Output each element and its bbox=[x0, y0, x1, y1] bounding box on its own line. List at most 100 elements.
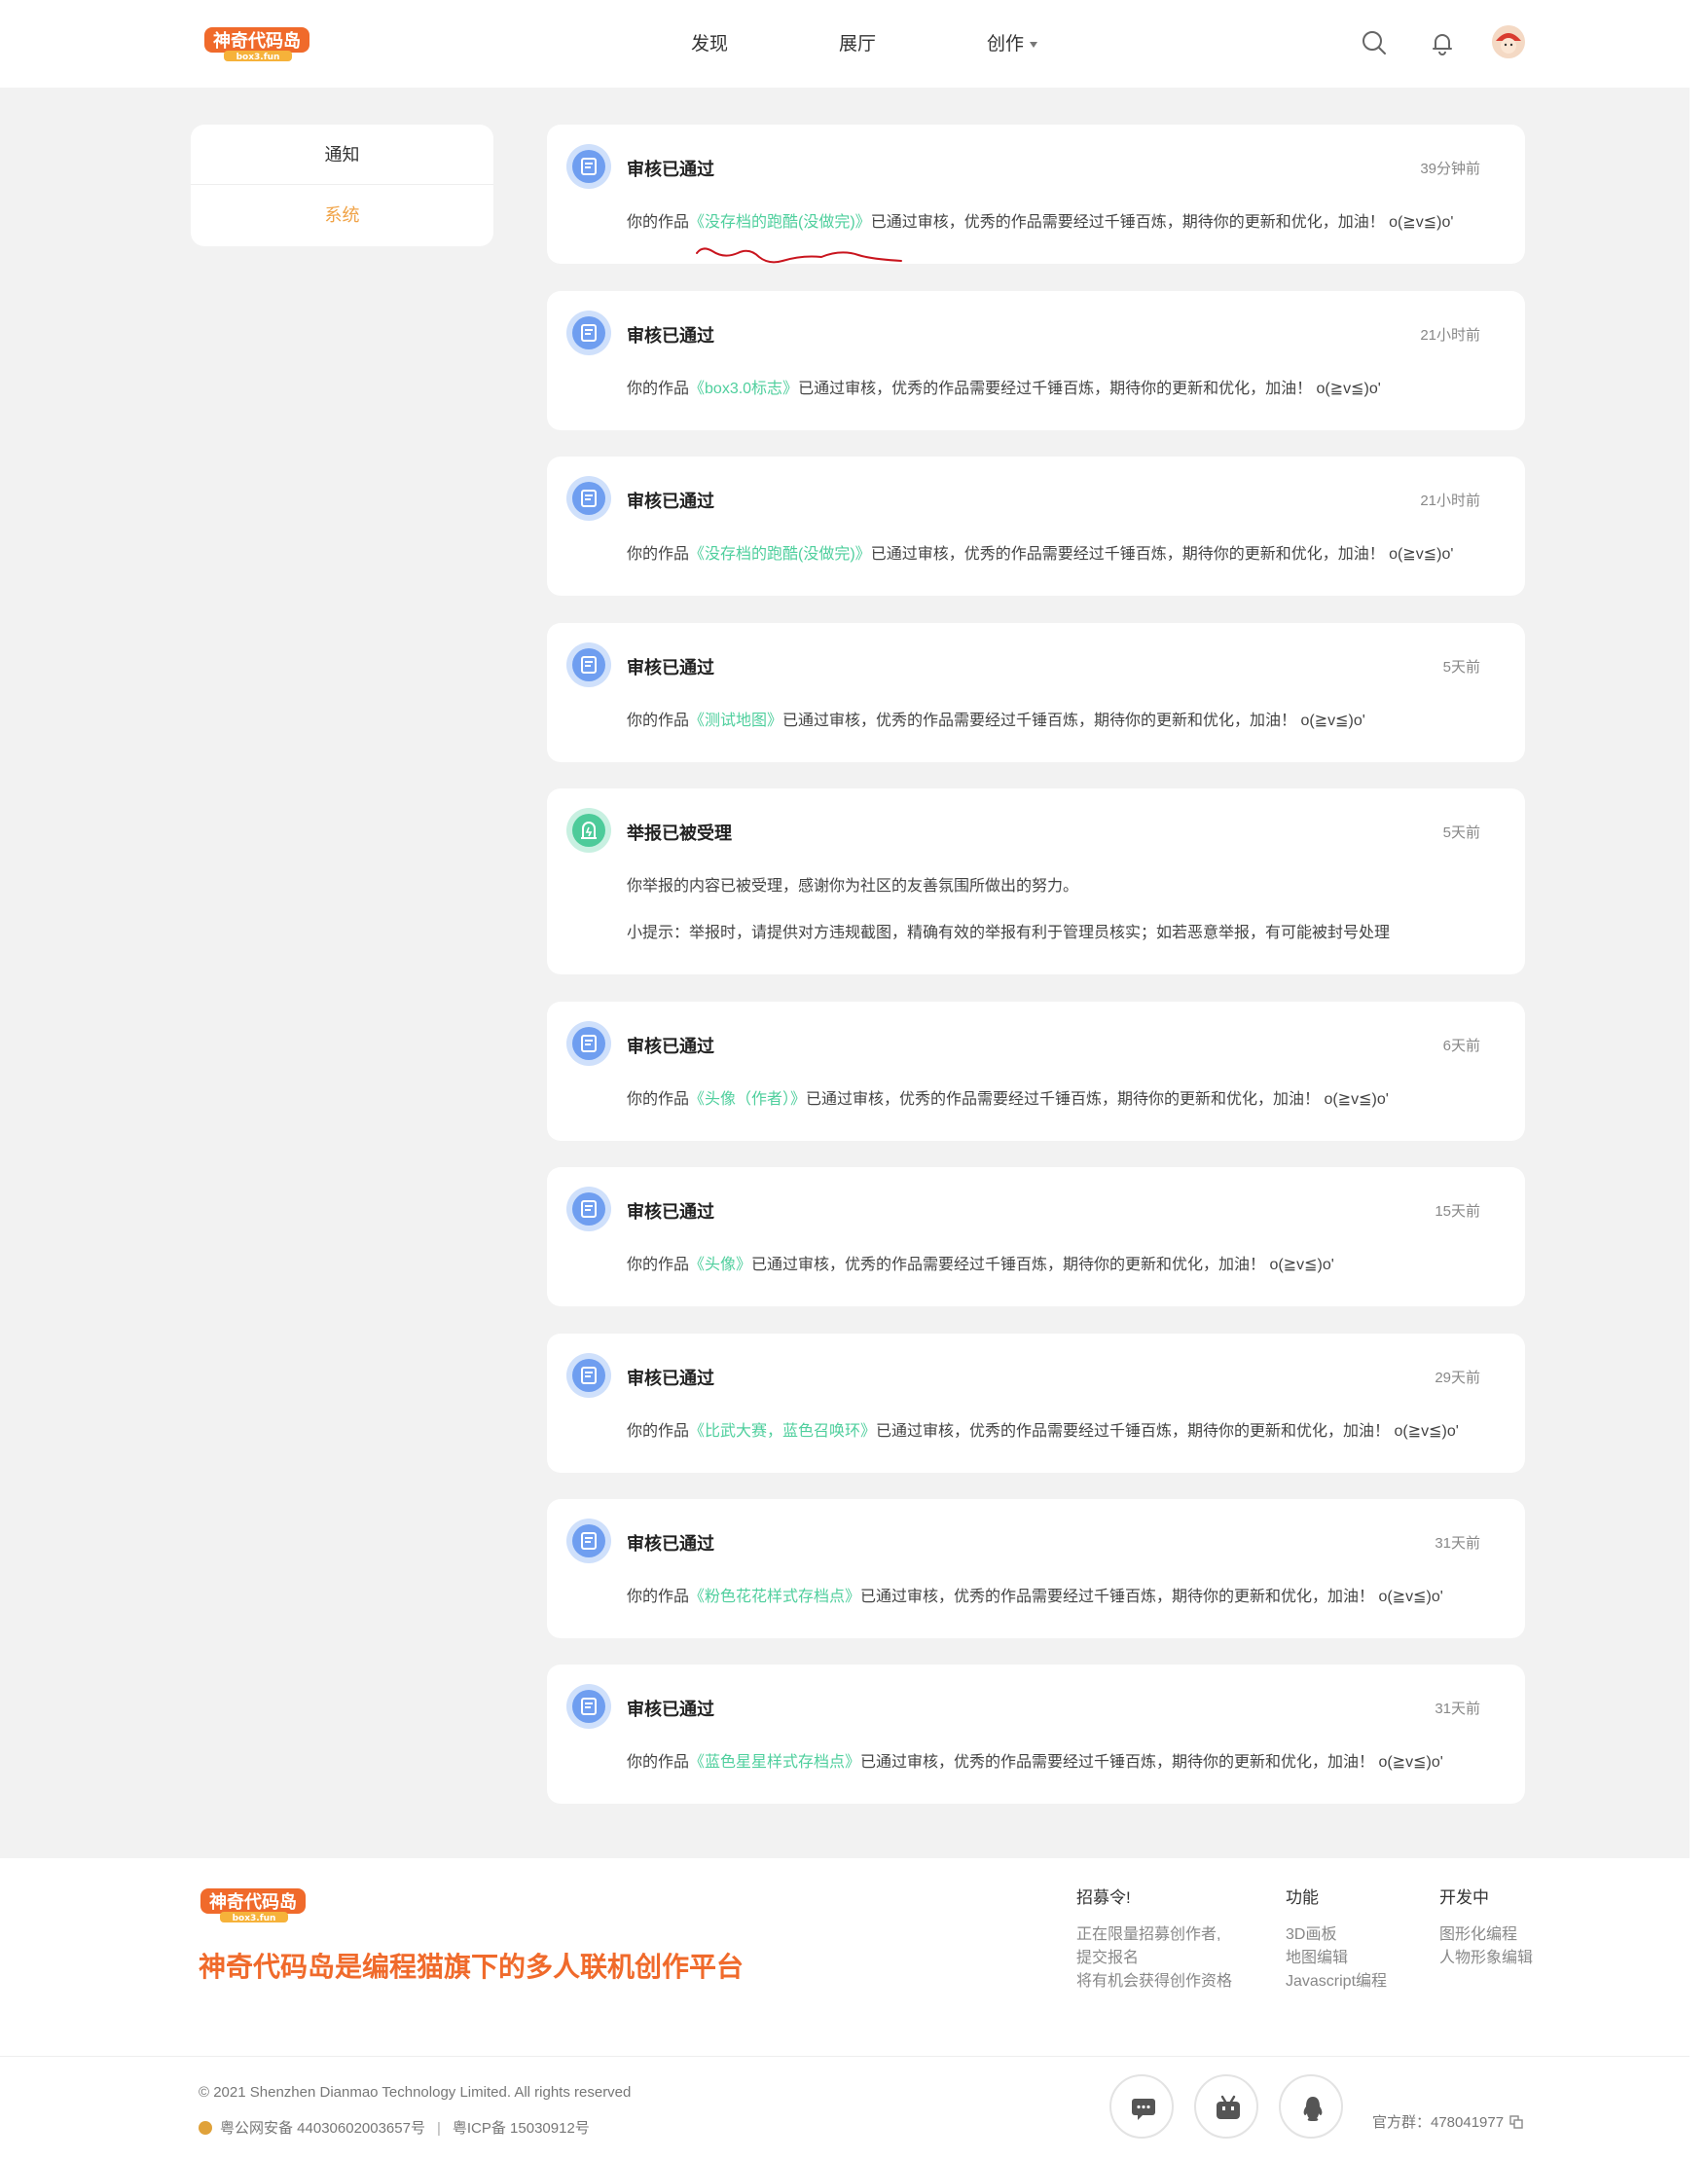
bilibili-icon[interactable] bbox=[1194, 2074, 1258, 2139]
message-body: 你的作品《测试地图》已通过审核，优秀的作品需要经过千锤百炼，期待你的更新和优化，… bbox=[627, 707, 1365, 730]
work-link[interactable]: 《没存档的跑酷(没做完)》 bbox=[689, 214, 871, 231]
icp-beian[interactable]: 粤ICP备 15030912号 bbox=[453, 2120, 590, 2137]
work-link[interactable]: 《box3.0标志》 bbox=[689, 381, 798, 397]
copyright-text: © 2021 Shenzhen Dianmao Technology Limit… bbox=[199, 2084, 632, 2101]
message-card: 审核已通过 39分钟前 你的作品《没存档的跑酷(没做完)》已通过审核，优秀的作品… bbox=[547, 125, 1525, 264]
caret-down-icon bbox=[1030, 41, 1038, 48]
document-icon bbox=[566, 1021, 611, 1066]
message-suffix: 已通过审核，优秀的作品需要经过千锤百炼，期待你的更新和优化，加油！ o(≧v≦)… bbox=[806, 1091, 1389, 1108]
message-title: 审核已通过 bbox=[627, 1369, 714, 1388]
document-icon bbox=[566, 476, 611, 521]
page-right-edge bbox=[1690, 0, 1708, 2160]
sidebar-item-system[interactable]: 系统 bbox=[191, 185, 493, 245]
nav-hall[interactable]: 展厅 bbox=[839, 29, 876, 55]
work-link[interactable]: 《头像（作者）》 bbox=[689, 1091, 806, 1108]
message-suffix: 已通过审核，优秀的作品需要经过千锤百炼，期待你的更新和优化，加油！ o(≧v≦)… bbox=[798, 381, 1381, 397]
chat-icon[interactable] bbox=[1109, 2074, 1174, 2139]
message-time: 5天前 bbox=[1442, 824, 1480, 841]
footer-link[interactable]: Javascript编程 bbox=[1286, 1967, 1387, 1991]
message-suffix: 已通过审核，优秀的作品需要经过千锤百炼，期待你的更新和优化，加油！ o(≧v≦)… bbox=[870, 546, 1454, 563]
footer-link[interactable]: 地图编辑 bbox=[1286, 1944, 1348, 1967]
work-link[interactable]: 《蓝色星星样式存档点》 bbox=[689, 1754, 860, 1771]
footer-logo[interactable]: 神奇代码岛 box3.fun bbox=[199, 1885, 308, 1924]
message-time: 39分钟前 bbox=[1420, 161, 1480, 177]
nav-create-label: 创作 bbox=[987, 34, 1025, 55]
footer-logo-text: 神奇代码岛 bbox=[209, 1891, 297, 1913]
user-avatar[interactable] bbox=[1492, 25, 1525, 58]
document-icon bbox=[566, 1187, 611, 1231]
police-beian[interactable]: 粤公网安备 44030602003657号 bbox=[220, 2120, 425, 2137]
footer-link[interactable]: 3D画板 bbox=[1286, 1921, 1336, 1944]
message-prefix: 你的作品 bbox=[627, 1589, 690, 1605]
document-icon bbox=[566, 1353, 611, 1398]
work-link[interactable]: 《比武大赛，蓝色召唤环》 bbox=[689, 1423, 876, 1440]
footer-link[interactable]: 将有机会获得创作资格 bbox=[1076, 1967, 1232, 1991]
copy-icon[interactable] bbox=[1509, 2115, 1523, 2133]
message-title: 审核已通过 bbox=[627, 160, 714, 179]
document-icon bbox=[566, 144, 611, 189]
message-card: 审核已通过 31天前 你的作品《蓝色星星样式存档点》已通过审核，优秀的作品需要经… bbox=[547, 1665, 1525, 1804]
site-logo[interactable]: 神奇代码岛 box3.fun bbox=[202, 24, 311, 63]
work-link[interactable]: 《头像》 bbox=[689, 1257, 751, 1273]
document-icon bbox=[566, 1684, 611, 1729]
message-time: 6天前 bbox=[1442, 1038, 1480, 1054]
message-card: 审核已通过 31天前 你的作品《粉色花花样式存档点》已通过审核，优秀的作品需要经… bbox=[547, 1499, 1525, 1638]
message-title: 审核已通过 bbox=[627, 1037, 714, 1056]
footer-link[interactable]: 正在限量招募创作者, bbox=[1076, 1921, 1220, 1944]
message-card: 审核已通过 6天前 你的作品《头像（作者）》已通过审核，优秀的作品需要经过千锤百… bbox=[547, 1002, 1525, 1141]
search-icon[interactable] bbox=[1361, 29, 1388, 56]
document-icon bbox=[566, 642, 611, 687]
message-suffix: 已通过审核，优秀的作品需要经过千锤百炼，期待你的更新和优化，加油！ o(≧v≦)… bbox=[860, 1754, 1443, 1771]
document-icon bbox=[566, 311, 611, 355]
message-card: 审核已通过 29天前 你的作品《比武大赛，蓝色召唤环》已通过审核，优秀的作品需要… bbox=[547, 1334, 1525, 1473]
message-title: 审核已通过 bbox=[627, 1700, 714, 1719]
message-prefix: 你的作品 bbox=[627, 1257, 690, 1273]
message-time: 21小时前 bbox=[1420, 493, 1480, 509]
message-suffix: 已通过审核，优秀的作品需要经过千锤百炼，期待你的更新和优化，加油！ o(≧v≦)… bbox=[876, 1423, 1459, 1440]
footer-link[interactable]: 提交报名 bbox=[1076, 1944, 1139, 1967]
message-time: 31天前 bbox=[1435, 1701, 1480, 1717]
message-time: 21小时前 bbox=[1420, 327, 1480, 344]
footer-link[interactable]: 人物形象编辑 bbox=[1439, 1944, 1533, 1967]
message-body: 你举报的内容已被受理，感谢你为社区的友善氛围所做出的努力。 bbox=[627, 878, 1079, 895]
footer-slogan: 神奇代码岛是编程猫旗下的多人联机创作平台 bbox=[199, 1952, 745, 1982]
police-emblem-icon bbox=[199, 2121, 212, 2135]
bell-icon[interactable] bbox=[1429, 29, 1456, 56]
message-card: 审核已通过 21小时前 你的作品《没存档的跑酷(没做完)》已通过审核，优秀的作品… bbox=[547, 457, 1525, 596]
work-link[interactable]: 《粉色花花样式存档点》 bbox=[689, 1589, 860, 1605]
message-title: 审核已通过 bbox=[627, 1202, 714, 1222]
document-icon bbox=[566, 1519, 611, 1563]
message-prefix: 你的作品 bbox=[627, 546, 690, 563]
message-prefix: 你的作品 bbox=[627, 1423, 690, 1440]
nav-discover[interactable]: 发现 bbox=[691, 29, 728, 55]
message-body: 你的作品《头像》已通过审核，优秀的作品需要经过千锤百炼，期待你的更新和优化，加油… bbox=[627, 1251, 1334, 1274]
work-link[interactable]: 《测试地图》 bbox=[689, 713, 782, 729]
work-link[interactable]: 《没存档的跑酷(没做完)》 bbox=[689, 546, 871, 563]
footer-divider bbox=[0, 2056, 1690, 2057]
message-prefix: 你的作品 bbox=[627, 713, 690, 729]
logo-subtext: box3.fun bbox=[236, 53, 280, 62]
footer-link[interactable]: 图形化编程 bbox=[1439, 1921, 1517, 1944]
message-body: 你的作品《没存档的跑酷(没做完)》已通过审核，优秀的作品需要经过千锤百炼，期待你… bbox=[627, 540, 1453, 564]
message-title: 审核已通过 bbox=[627, 1534, 714, 1554]
message-time: 31天前 bbox=[1435, 1535, 1480, 1552]
message-prefix: 你的作品 bbox=[627, 214, 690, 231]
top-header: 神奇代码岛 box3.fun 发现 展厅 创作 bbox=[0, 0, 1690, 88]
sidebar-item-notify[interactable]: 通知 bbox=[191, 125, 493, 185]
qq-icon[interactable] bbox=[1279, 2074, 1343, 2139]
red-scribble-annotation bbox=[696, 247, 902, 264]
message-body: 你的作品《box3.0标志》已通过审核，优秀的作品需要经过千锤百炼，期待你的更新… bbox=[627, 375, 1381, 398]
message-time: 29天前 bbox=[1435, 1370, 1480, 1386]
footer-col-title-recruit: 招募令! bbox=[1076, 1888, 1131, 1907]
message-title: 审核已通过 bbox=[627, 326, 714, 346]
message-time: 15天前 bbox=[1435, 1203, 1480, 1220]
message-body: 你的作品《比武大赛，蓝色召唤环》已通过审核，优秀的作品需要经过千锤百炼，期待你的… bbox=[627, 1417, 1459, 1441]
footer-col-title-features: 功能 bbox=[1286, 1888, 1319, 1907]
nav-create[interactable]: 创作 bbox=[987, 29, 1038, 55]
page-footer: 神奇代码岛 box3.fun 神奇代码岛是编程猫旗下的多人联机创作平台 招募令!… bbox=[0, 1858, 1690, 2160]
notification-sidebar: 通知 系统 bbox=[191, 125, 493, 246]
logo-text: 神奇代码岛 bbox=[213, 30, 301, 52]
message-suffix: 已通过审核，优秀的作品需要经过千锤百炼，期待你的更新和优化，加油！ o(≧v≦)… bbox=[782, 713, 1365, 729]
footer-logo-subtext: box3.fun bbox=[233, 1914, 276, 1923]
beian-line: 粤公网安备 44030602003657号 | 粤ICP备 15030912号 bbox=[199, 2117, 590, 2138]
